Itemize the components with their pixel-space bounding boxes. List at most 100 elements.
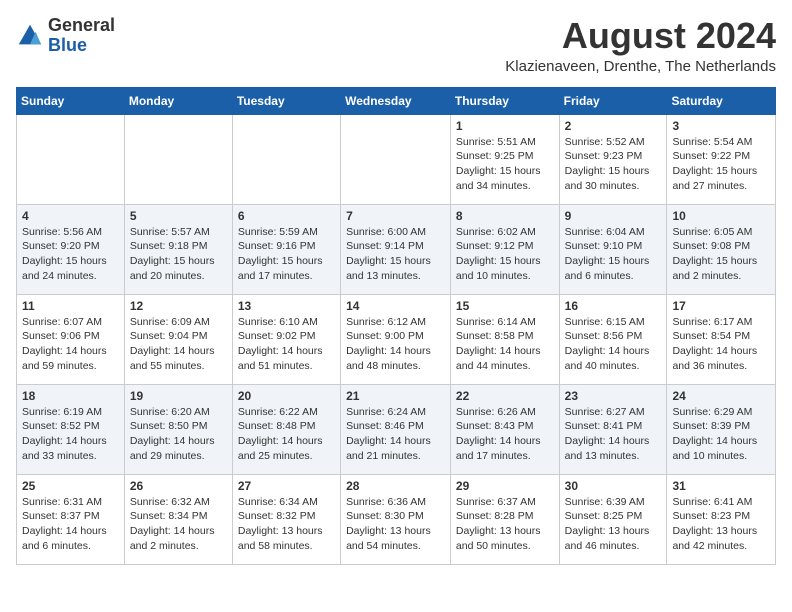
day-info: Sunrise: 6:24 AM Sunset: 8:46 PM Dayligh…	[346, 405, 445, 464]
day-number: 18	[22, 389, 119, 403]
day-number: 7	[346, 209, 445, 223]
day-info: Sunrise: 5:57 AM Sunset: 9:18 PM Dayligh…	[130, 225, 227, 284]
day-info: Sunrise: 6:39 AM Sunset: 8:25 PM Dayligh…	[565, 495, 662, 554]
day-number: 9	[565, 209, 662, 223]
day-info: Sunrise: 5:54 AM Sunset: 9:22 PM Dayligh…	[672, 135, 770, 194]
day-number: 16	[565, 299, 662, 313]
day-info: Sunrise: 6:41 AM Sunset: 8:23 PM Dayligh…	[672, 495, 770, 554]
calendar-cell	[124, 114, 232, 204]
calendar-cell: 27 Sunrise: 6:34 AM Sunset: 8:32 PM Dayli…	[232, 474, 340, 564]
month-year: August 2024	[505, 16, 776, 56]
day-number: 5	[130, 209, 227, 223]
day-info: Sunrise: 6:15 AM Sunset: 8:56 PM Dayligh…	[565, 315, 662, 374]
calendar-week-5: 25 Sunrise: 6:31 AM Sunset: 8:37 PM Dayli…	[17, 474, 776, 564]
day-number: 4	[22, 209, 119, 223]
day-number: 21	[346, 389, 445, 403]
day-number: 8	[456, 209, 554, 223]
calendar-cell: 9 Sunrise: 6:04 AM Sunset: 9:10 PM Daylig…	[559, 204, 667, 294]
logo-icon	[16, 22, 44, 50]
day-number: 15	[456, 299, 554, 313]
day-info: Sunrise: 5:59 AM Sunset: 9:16 PM Dayligh…	[238, 225, 335, 284]
logo: General Blue	[16, 16, 115, 56]
day-info: Sunrise: 6:00 AM Sunset: 9:14 PM Dayligh…	[346, 225, 445, 284]
weekday-header-wednesday: Wednesday	[341, 87, 451, 114]
day-number: 19	[130, 389, 227, 403]
location: Klazienaveen, Drenthe, The Netherlands	[505, 58, 776, 75]
day-number: 24	[672, 389, 770, 403]
day-info: Sunrise: 6:31 AM Sunset: 8:37 PM Dayligh…	[22, 495, 119, 554]
day-info: Sunrise: 6:27 AM Sunset: 8:41 PM Dayligh…	[565, 405, 662, 464]
day-number: 23	[565, 389, 662, 403]
weekday-header-sunday: Sunday	[17, 87, 125, 114]
calendar-cell: 31 Sunrise: 6:41 AM Sunset: 8:23 PM Dayli…	[667, 474, 776, 564]
calendar-cell: 2Sunrise: 5:52 AM Sunset: 9:23 PM Daylig…	[559, 114, 667, 204]
weekday-header-friday: Friday	[559, 87, 667, 114]
weekday-header-saturday: Saturday	[667, 87, 776, 114]
weekday-header-monday: Monday	[124, 87, 232, 114]
day-info: Sunrise: 6:02 AM Sunset: 9:12 PM Dayligh…	[456, 225, 554, 284]
day-info: Sunrise: 6:26 AM Sunset: 8:43 PM Dayligh…	[456, 405, 554, 464]
calendar-cell: 5 Sunrise: 5:57 AM Sunset: 9:18 PM Daylig…	[124, 204, 232, 294]
day-info: Sunrise: 6:04 AM Sunset: 9:10 PM Dayligh…	[565, 225, 662, 284]
day-number: 27	[238, 479, 335, 493]
day-number: 3	[672, 119, 770, 133]
calendar-cell: 18Sunrise: 6:19 AM Sunset: 8:52 PM Dayli…	[17, 384, 125, 474]
calendar-cell: 14Sunrise: 6:12 AM Sunset: 9:00 PM Dayli…	[341, 294, 451, 384]
calendar-cell: 13Sunrise: 6:10 AM Sunset: 9:02 PM Dayli…	[232, 294, 340, 384]
day-info: Sunrise: 5:51 AM Sunset: 9:25 PM Dayligh…	[456, 135, 554, 194]
calendar-cell: 24Sunrise: 6:29 AM Sunset: 8:39 PM Dayli…	[667, 384, 776, 474]
day-number: 1	[456, 119, 554, 133]
calendar-cell: 16 Sunrise: 6:15 AM Sunset: 8:56 PM Dayli…	[559, 294, 667, 384]
day-info: Sunrise: 6:10 AM Sunset: 9:02 PM Dayligh…	[238, 315, 335, 374]
day-info: Sunrise: 6:22 AM Sunset: 8:48 PM Dayligh…	[238, 405, 335, 464]
calendar-week-1: 1 Sunrise: 5:51 AM Sunset: 9:25 PM Daylig…	[17, 114, 776, 204]
calendar-cell: 30 Sunrise: 6:39 AM Sunset: 8:25 PM Dayli…	[559, 474, 667, 564]
calendar-cell: 20 Sunrise: 6:22 AM Sunset: 8:48 PM Dayli…	[232, 384, 340, 474]
calendar-cell	[17, 114, 125, 204]
weekday-header-row: SundayMondayTuesdayWednesdayThursdayFrid…	[17, 87, 776, 114]
day-number: 29	[456, 479, 554, 493]
day-number: 22	[456, 389, 554, 403]
calendar-cell: 7 Sunrise: 6:00 AM Sunset: 9:14 PM Daylig…	[341, 204, 451, 294]
day-number: 11	[22, 299, 119, 313]
day-info: Sunrise: 6:20 AM Sunset: 8:50 PM Dayligh…	[130, 405, 227, 464]
day-info: Sunrise: 6:17 AM Sunset: 8:54 PM Dayligh…	[672, 315, 770, 374]
day-info: Sunrise: 6:09 AM Sunset: 9:04 PM Dayligh…	[130, 315, 227, 374]
day-number: 20	[238, 389, 335, 403]
calendar-cell: 19 Sunrise: 6:20 AM Sunset: 8:50 PM Dayli…	[124, 384, 232, 474]
calendar-cell: 17 Sunrise: 6:17 AM Sunset: 8:54 PM Dayli…	[667, 294, 776, 384]
calendar-cell	[232, 114, 340, 204]
calendar-cell: 21 Sunrise: 6:24 AM Sunset: 8:46 PM Dayli…	[341, 384, 451, 474]
day-info: Sunrise: 6:32 AM Sunset: 8:34 PM Dayligh…	[130, 495, 227, 554]
calendar-week-2: 4Sunrise: 5:56 AM Sunset: 9:20 PM Daylig…	[17, 204, 776, 294]
calendar-cell: 1 Sunrise: 5:51 AM Sunset: 9:25 PM Daylig…	[450, 114, 559, 204]
day-number: 30	[565, 479, 662, 493]
logo-blue: Blue	[48, 36, 115, 56]
calendar-cell: 12 Sunrise: 6:09 AM Sunset: 9:04 PM Dayli…	[124, 294, 232, 384]
day-info: Sunrise: 6:37 AM Sunset: 8:28 PM Dayligh…	[456, 495, 554, 554]
calendar-cell: 23 Sunrise: 6:27 AM Sunset: 8:41 PM Dayli…	[559, 384, 667, 474]
calendar-cell: 29 Sunrise: 6:37 AM Sunset: 8:28 PM Dayli…	[450, 474, 559, 564]
title-area: August 2024 Klazienaveen, Drenthe, The N…	[505, 16, 776, 75]
calendar-cell: 6 Sunrise: 5:59 AM Sunset: 9:16 PM Daylig…	[232, 204, 340, 294]
day-info: Sunrise: 6:12 AM Sunset: 9:00 PM Dayligh…	[346, 315, 445, 374]
calendar-cell: 3 Sunrise: 5:54 AM Sunset: 9:22 PM Daylig…	[667, 114, 776, 204]
day-number: 10	[672, 209, 770, 223]
logo-text: General Blue	[48, 16, 115, 56]
calendar-cell: 4Sunrise: 5:56 AM Sunset: 9:20 PM Daylig…	[17, 204, 125, 294]
day-info: Sunrise: 6:34 AM Sunset: 8:32 PM Dayligh…	[238, 495, 335, 554]
day-number: 17	[672, 299, 770, 313]
calendar-cell: 25 Sunrise: 6:31 AM Sunset: 8:37 PM Dayli…	[17, 474, 125, 564]
day-number: 31	[672, 479, 770, 493]
calendar-cell: 10 Sunrise: 6:05 AM Sunset: 9:08 PM Dayli…	[667, 204, 776, 294]
day-info: Sunrise: 6:05 AM Sunset: 9:08 PM Dayligh…	[672, 225, 770, 284]
calendar-cell: 26Sunrise: 6:32 AM Sunset: 8:34 PM Dayli…	[124, 474, 232, 564]
calendar-cell: 28Sunrise: 6:36 AM Sunset: 8:30 PM Dayli…	[341, 474, 451, 564]
day-number: 25	[22, 479, 119, 493]
calendar-week-4: 18Sunrise: 6:19 AM Sunset: 8:52 PM Dayli…	[17, 384, 776, 474]
weekday-header-tuesday: Tuesday	[232, 87, 340, 114]
day-number: 12	[130, 299, 227, 313]
day-number: 6	[238, 209, 335, 223]
calendar-cell: 15Sunrise: 6:14 AM Sunset: 8:58 PM Dayli…	[450, 294, 559, 384]
day-number: 2	[565, 119, 662, 133]
